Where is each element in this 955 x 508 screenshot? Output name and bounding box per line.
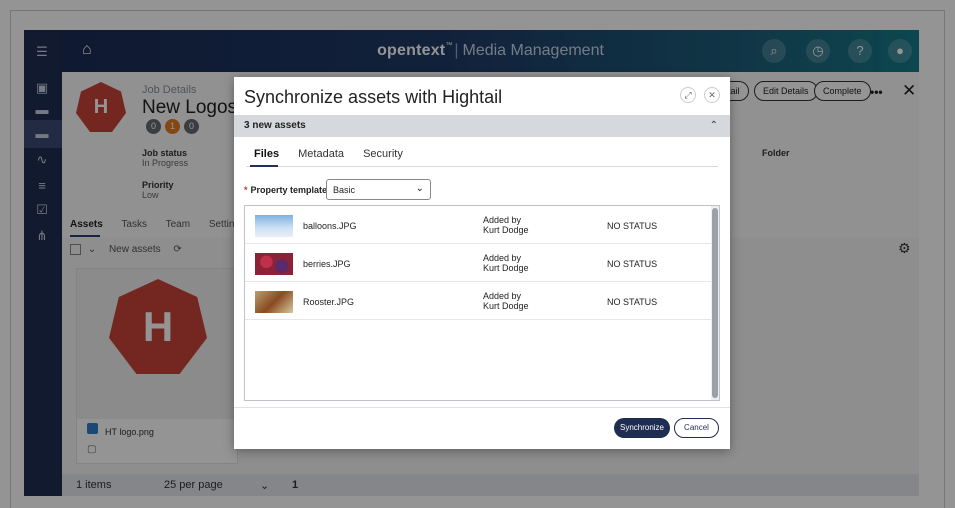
- assets-toolbar: ⌄ New assets ⟳: [70, 244, 182, 255]
- synchronize-button[interactable]: Synchronize: [614, 418, 670, 438]
- list-scrollbar[interactable]: [711, 206, 719, 400]
- file-icon: ▢: [87, 444, 97, 455]
- berries-thumbnail: [255, 253, 293, 275]
- files-list: balloons.JPG Added by Kurt Dodge NO STATU…: [244, 205, 720, 401]
- file-row[interactable]: Rooster.JPG Added by Kurt Dodge NO STATUS: [245, 282, 711, 320]
- file-name: balloons.JPG: [303, 221, 357, 231]
- tab-assets[interactable]: Assets: [70, 219, 103, 230]
- balloons-thumbnail: [255, 215, 293, 237]
- search-icon[interactable]: ⌕: [762, 39, 786, 63]
- tab-divider: [246, 166, 718, 167]
- asset-card[interactable]: H HT logo.png ▢: [76, 268, 239, 464]
- required-marker: *: [244, 185, 248, 195]
- priority-value: Low: [142, 190, 159, 200]
- property-template-select[interactable]: Basic ⌄: [326, 179, 431, 200]
- added-by: Added by Kurt Dodge: [483, 253, 529, 273]
- property-template-value: Basic: [333, 185, 356, 195]
- file-name: berries.JPG: [303, 259, 351, 269]
- tab-team[interactable]: Team: [166, 219, 190, 230]
- close-icon[interactable]: ✕: [902, 81, 916, 101]
- brand-name: opentext: [377, 42, 446, 59]
- left-rail: ☰ ▣ ▬ ▬ ∿ ≡ ☑ ⋔: [24, 30, 62, 496]
- dialog-close-icon[interactable]: ✕: [704, 87, 720, 103]
- top-bar: ⌂ opentext™ | Media Management ⌕ ◷ ? ●: [62, 30, 919, 72]
- added-by: Added by Kurt Dodge: [483, 291, 529, 311]
- complete-button[interactable]: Complete: [814, 81, 871, 101]
- per-page-select[interactable]: 25 per page: [164, 479, 223, 491]
- list-icon[interactable]: ≡: [33, 178, 51, 194]
- file-status: NO STATUS: [607, 259, 658, 269]
- priority-label: Priority: [142, 180, 174, 190]
- badge-gray-2: 0: [184, 119, 199, 134]
- cancel-button[interactable]: Cancel: [674, 418, 719, 438]
- dialog-tabs: Files Metadata Security: [254, 148, 419, 160]
- hierarchy-icon[interactable]: ⋔: [33, 228, 51, 244]
- job-status-value: In Progress: [142, 158, 189, 168]
- chevron-down-icon: ⌄: [415, 183, 424, 194]
- page-number[interactable]: 1: [292, 479, 298, 491]
- image-icon[interactable]: ▣: [33, 80, 51, 96]
- tab-underline: [70, 235, 100, 237]
- tab-security[interactable]: Security: [363, 148, 403, 160]
- edit-details-button[interactable]: Edit Details: [754, 81, 818, 101]
- brand-product: Media Management: [462, 42, 604, 59]
- chevron-down-icon[interactable]: ⌄: [88, 244, 96, 255]
- folder-label: Folder: [762, 148, 790, 158]
- clock-icon[interactable]: ◷: [806, 39, 830, 63]
- tab-metadata[interactable]: Metadata: [298, 148, 344, 160]
- item-count: 1 items: [76, 479, 112, 491]
- hightail-logo: H: [109, 279, 207, 374]
- pager: 1 items 25 per page ⌄ 1: [62, 474, 919, 496]
- user-avatar-icon[interactable]: ●: [888, 39, 912, 63]
- badge-gray-1: 0: [146, 119, 161, 134]
- expand-icon[interactable]: ⤢: [680, 87, 696, 103]
- activity-icon[interactable]: ∿: [33, 152, 51, 168]
- badge-orange: 1: [165, 119, 180, 134]
- file-name: Rooster.JPG: [303, 297, 355, 307]
- jobs-folder-icon[interactable]: ▬: [33, 126, 51, 142]
- chevron-up-icon[interactable]: ⌃: [710, 120, 718, 131]
- section-title: 3 new assets: [244, 120, 306, 131]
- tab-tasks[interactable]: Tasks: [121, 219, 147, 230]
- help-icon[interactable]: ?: [848, 39, 872, 63]
- folder-icon[interactable]: ▬: [33, 102, 51, 118]
- select-all-checkbox[interactable]: [70, 244, 81, 255]
- tab-files[interactable]: Files: [254, 148, 279, 160]
- rooster-thumbnail: [255, 291, 293, 313]
- property-template-label: * Property template:: [244, 185, 331, 195]
- checklist-icon[interactable]: ☑: [33, 202, 51, 218]
- file-row[interactable]: berries.JPG Added by Kurt Dodge NO STATUS: [245, 244, 711, 282]
- brand-tm: ™: [445, 42, 453, 49]
- job-tabs: Assets Tasks Team Settings: [70, 219, 261, 230]
- file-status: NO STATUS: [607, 221, 658, 231]
- added-by: Added by Kurt Dodge: [483, 215, 529, 235]
- more-icon[interactable]: •••: [870, 85, 883, 99]
- file-row[interactable]: balloons.JPG Added by Kurt Dodge NO STATU…: [245, 206, 711, 244]
- job-status-label: Job status: [142, 148, 188, 158]
- assets-title: New assets: [108, 244, 161, 256]
- asset-thumbnail: H: [77, 269, 239, 419]
- job-details-label: Job Details: [142, 84, 197, 96]
- asset-name: HT logo.png: [105, 427, 154, 437]
- per-page-chevron-icon[interactable]: ⌄: [260, 479, 269, 492]
- footer-divider: [234, 407, 730, 408]
- dialog-title: Synchronize assets with Hightail: [244, 87, 503, 107]
- file-status: NO STATUS: [607, 297, 658, 307]
- sync-dialog: Synchronize assets with Hightail ⤢ ✕ 3 n…: [234, 77, 730, 449]
- gear-icon[interactable]: ⚙: [898, 240, 911, 257]
- scrollbar-thumb[interactable]: [712, 208, 718, 398]
- hamburger-menu-icon[interactable]: ☰: [33, 44, 51, 60]
- refresh-icon[interactable]: ⟳: [173, 244, 181, 255]
- image-file-icon: [87, 423, 98, 434]
- new-assets-section[interactable]: 3 new assets ⌃: [234, 115, 730, 137]
- tab-underline: [250, 165, 278, 167]
- brand-logo: opentext™ | Media Management: [377, 42, 604, 59]
